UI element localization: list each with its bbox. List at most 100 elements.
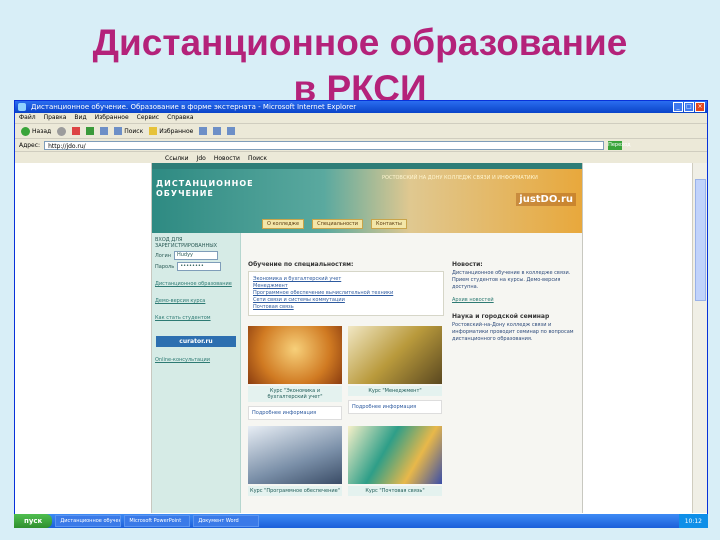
course-card[interactable]: Курс "Менеджмент" Подробнее информация [348,326,442,420]
star-icon [149,127,158,135]
home-icon[interactable] [100,127,109,135]
course-grid: Курс "Экономика и бухгалтерский учет" По… [248,326,444,496]
news-text: Дистанционное обучение в колледже связи.… [452,270,571,290]
link-news[interactable]: Новости [214,155,240,162]
login-input[interactable]: Hudyy [173,251,218,260]
nav-about[interactable]: О колледже [262,219,305,229]
course-caption: Курс "Программное обеспечение" [248,486,342,496]
start-button[interactable]: пуск [14,514,53,528]
stop-icon[interactable] [72,127,81,135]
back-button[interactable]: Назад [21,126,52,136]
side-link-demo[interactable]: Демо-версия курса [155,298,237,305]
print-icon[interactable] [227,127,236,135]
maximize-button[interactable]: □ [684,102,694,112]
window-title: Дистанционное обучение. Образование в фо… [31,103,357,111]
address-input[interactable]: http://jdo.ru/ [44,140,605,150]
news-column: Новости: Дистанционное обучение в коллед… [452,261,576,343]
course-card[interactable]: Курс "Программное обеспечение" [248,426,342,496]
specialties-heading: Обучение по специальностям: [248,261,354,268]
course-image [348,426,442,484]
news-archive-link[interactable]: Архив новостей [452,297,576,303]
center-column: Обучение по специальностям: Экономика и … [248,261,444,496]
browser-window: Дистанционное обучение. Образование в фо… [14,100,708,524]
website: ДИСТАНЦИОННОЕ ОБУЧЕНИЕ РОСТОВСКИЙ НА ДОН… [151,163,583,513]
ie-icon [18,103,26,111]
course-more-link[interactable]: Подробнее информация [348,400,442,414]
address-bar: Адрес: http://jdo.ru/ Переход [15,139,707,152]
login-heading: ВХОД ДЛЯ ЗАРЕГИСТРИРОВАННЫХ [155,237,218,249]
specialties-list: Экономика и бухгалтерский учет Менеджмен… [248,271,444,316]
menu-bar: Файл Правка Вид Избранное Сервис Справка [15,113,707,124]
nav-contacts[interactable]: Контакты [371,219,407,229]
news-text-2: Ростовский-на-Дону колледж связи и инфор… [452,322,574,342]
history-icon[interactable] [199,127,208,135]
refresh-icon[interactable] [86,127,95,135]
taskbar: пуск Дистанционное обучение Microsoft Po… [14,514,708,528]
login-label: Логин [155,252,171,259]
news-heading-2: Наука и городской семинар [452,313,550,320]
taskbar-item[interactable]: Дистанционное обучение [55,515,122,527]
side-link-student[interactable]: Как стать студентом [155,315,237,322]
go-button[interactable]: Переход [608,140,631,150]
close-button[interactable]: × [695,102,705,112]
menu-file[interactable]: Файл [19,113,36,123]
password-label: Пароль [155,263,175,270]
specialty-link[interactable]: Почтовая связь [253,304,439,311]
forward-button[interactable] [57,126,67,136]
course-image [248,326,342,384]
password-input[interactable]: •••••••• [177,262,222,271]
links-label: Ссылки [165,154,189,162]
menu-favorites[interactable]: Избранное [95,113,129,123]
side-link-online[interactable]: Online-консультации [155,357,237,364]
site-tagline: РОСТОВСКИЙ НА ДОНУ КОЛЛЕДЖ СВЯЗИ И ИНФОР… [382,175,538,181]
link-search[interactable]: Поиск [248,155,267,162]
taskbar-item[interactable]: Microsoft PowerPoint [124,515,191,527]
search-icon [114,127,123,135]
menu-edit[interactable]: Правка [44,113,67,123]
menu-tools[interactable]: Сервис [137,113,159,123]
site-header: ДИСТАНЦИОННОЕ ОБУЧЕНИЕ РОСТОВСКИЙ НА ДОН… [152,169,582,233]
brand-mark: justDO.ru [516,193,576,206]
site-logo[interactable]: ДИСТАНЦИОННОЕ ОБУЧЕНИЕ [156,179,266,199]
course-card[interactable]: Курс "Почтовая связь" [348,426,442,496]
mail-icon[interactable] [213,127,222,135]
system-tray: 10:12 [678,514,708,528]
taskbar-item[interactable]: Документ Word [193,515,260,527]
back-label: Назад [32,127,52,135]
slide-title-line1: Дистанционное образование [92,22,628,63]
page-viewport: ДИСТАНЦИОННОЕ ОБУЧЕНИЕ РОСТОВСКИЙ НА ДОН… [15,163,693,513]
menu-view[interactable]: Вид [74,113,86,123]
nav-specialties[interactable]: Специальности [312,219,364,229]
link-jdo[interactable]: Jdo [197,155,206,162]
specialty-link[interactable]: Менеджмент [253,283,439,290]
scroll-thumb[interactable] [695,179,706,301]
course-caption: Курс "Почтовая связь" [348,486,442,496]
course-image [348,326,442,384]
search-button[interactable]: Поиск [114,127,143,135]
site-nav: О колледже Специальности Контакты [262,219,407,229]
course-card[interactable]: Курс "Экономика и бухгалтерский учет" По… [248,326,342,420]
favorites-button[interactable]: Избранное [149,127,193,135]
specialty-link[interactable]: Сети связи и системы коммутации [253,297,439,304]
address-label: Адрес: [19,141,41,149]
back-arrow-icon [21,126,30,136]
toolbar: Назад Поиск Избранное [15,124,707,139]
course-more-link[interactable]: Подробнее информация [248,406,342,420]
search-label: Поиск [124,127,144,135]
course-image [248,426,342,484]
specialty-link[interactable]: Экономика и бухгалтерский учет [253,276,439,283]
site-sidebar: ВХОД ДЛЯ ЗАРЕГИСТРИРОВАННЫХ Логин Hudyy … [152,233,241,513]
favorites-label: Избранное [159,127,194,135]
vertical-scrollbar[interactable] [692,163,707,513]
curator-badge[interactable]: curator.ru [156,336,236,347]
side-link-distance[interactable]: Дистанционное образование [155,281,237,288]
specialty-link[interactable]: Программное обеспечение вычислительной т… [253,290,439,297]
window-titlebar[interactable]: Дистанционное обучение. Образование в фо… [15,101,707,113]
clock: 10:12 [684,517,702,525]
course-caption: Курс "Менеджмент" [348,386,442,396]
minimize-button[interactable]: _ [673,102,683,112]
news-heading: Новости: [452,261,483,268]
menu-help[interactable]: Справка [167,113,193,123]
slide-title: Дистанционное образование в РКСИ [0,20,720,112]
course-caption: Курс "Экономика и бухгалтерский учет" [248,386,342,402]
